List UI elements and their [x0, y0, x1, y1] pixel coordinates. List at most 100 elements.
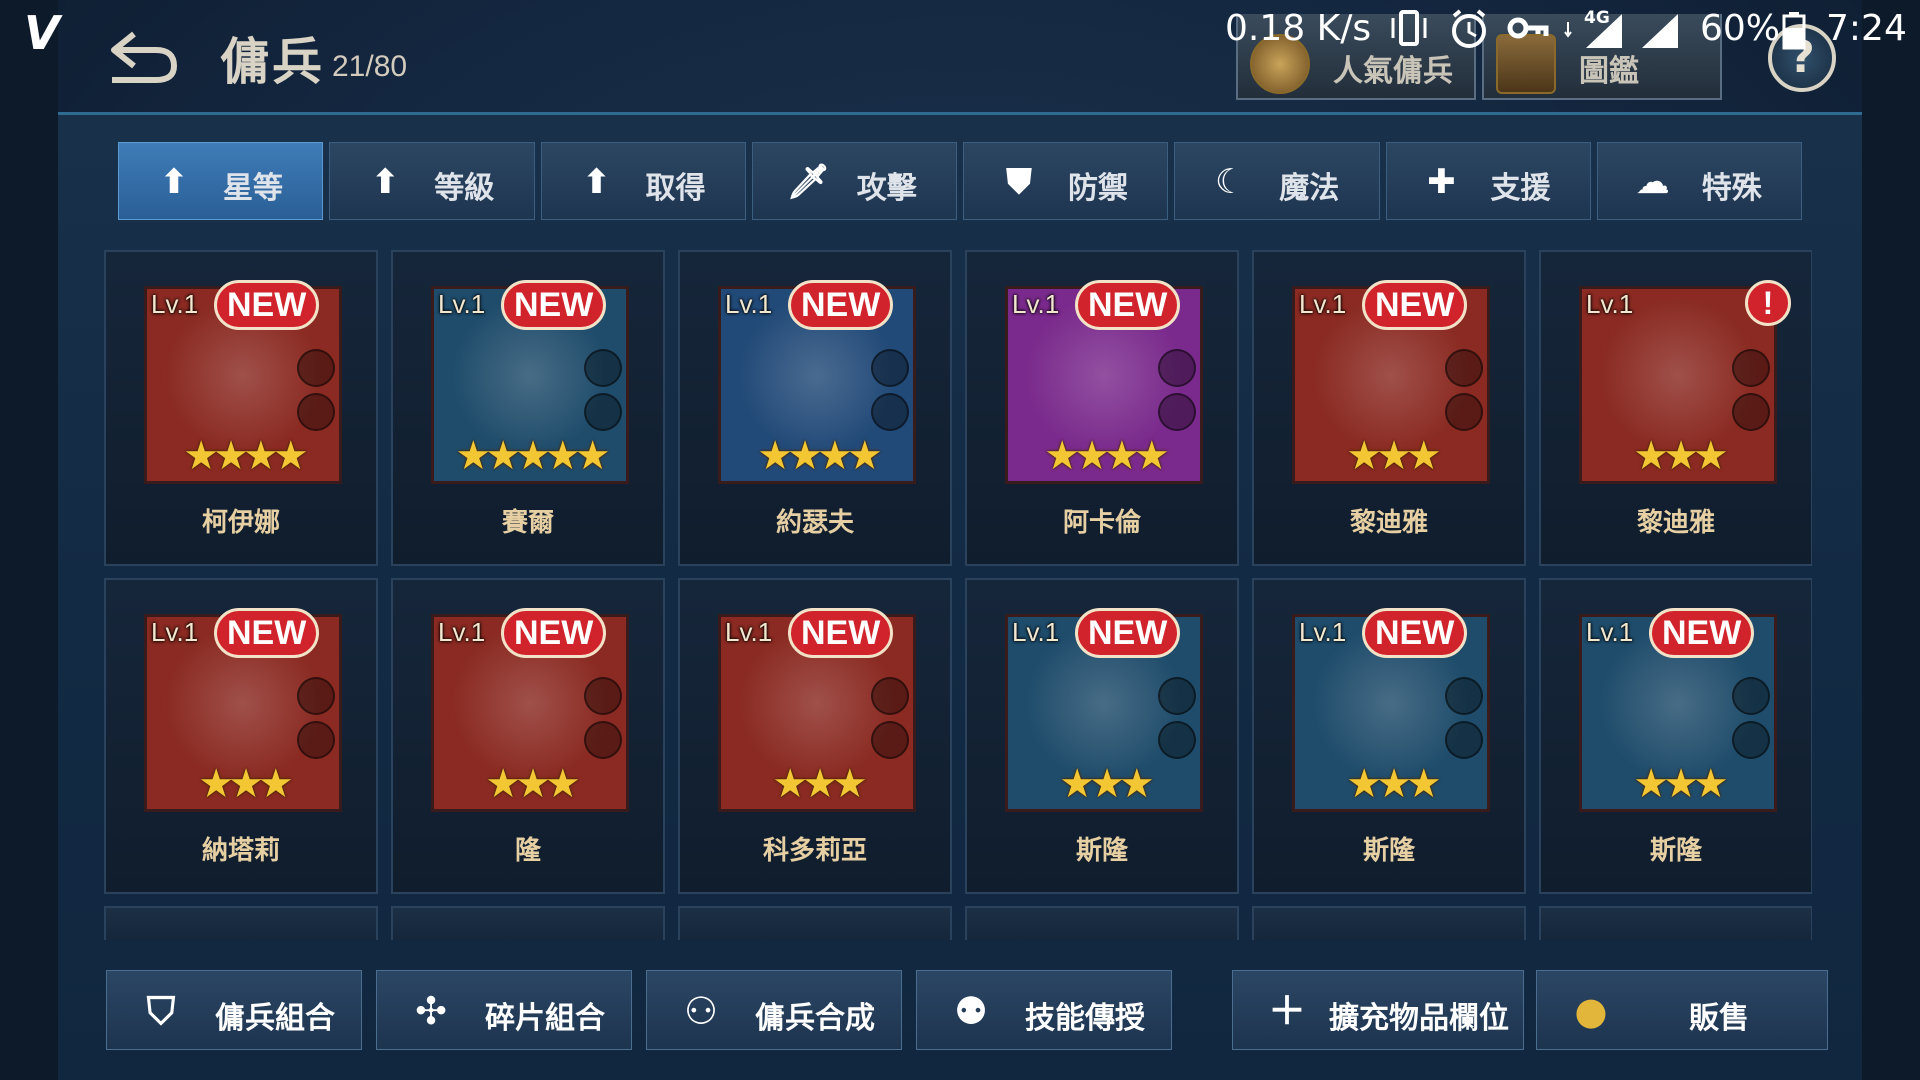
new-badge: NEW [214, 280, 320, 330]
fragment-combine-button[interactable]: ✣ 碎片組合 [376, 970, 632, 1050]
special-icon: ☁ [1635, 162, 1670, 202]
sort-tab-defense[interactable]: ⛊ 防禦 [963, 142, 1169, 220]
mercenary-card-partial[interactable] [1539, 906, 1812, 940]
sword-icon: 🗡 [786, 162, 830, 202]
clock: 7:24 [1826, 8, 1907, 49]
mercenary-name: 黎迪雅 [1636, 508, 1715, 538]
mercenary-card[interactable]: Lv.1 ★★★ NEW 納塔莉 [104, 578, 378, 894]
mercenary-name: 納塔莉 [201, 836, 280, 866]
sort-tab-magic[interactable]: ☾ 魔法 [1174, 142, 1380, 220]
sell-button[interactable]: ● 販售 [1536, 970, 1828, 1050]
sort-tab-level[interactable]: ⬆ 等級 [329, 142, 535, 220]
skill-slot [584, 349, 622, 387]
level-label: Lv.1 [438, 289, 486, 319]
skill-transfer-button[interactable]: ⚉ 技能傳授 [916, 970, 1172, 1050]
mercenary-merge-button[interactable]: ⚇ 傭兵合成 [646, 970, 902, 1050]
mercenary-card[interactable]: Lv.1 ★★★ NEW 斯隆 [1539, 578, 1812, 894]
mercenary-name: 黎迪雅 [1349, 508, 1428, 538]
sort-tab-support[interactable]: ✚ 支援 [1385, 142, 1591, 220]
sort-tab-label: 攻擊 [856, 171, 917, 206]
skill-slot [1158, 349, 1196, 387]
level-label: Lv.1 [725, 617, 773, 647]
skill-slot [584, 721, 622, 759]
mercenary-card-partial[interactable] [678, 906, 952, 940]
new-badge: NEW [788, 608, 894, 658]
sort-tab-label: 取得 [645, 171, 706, 206]
new-badge: NEW [1362, 280, 1468, 330]
mercenary-card[interactable]: Lv.1 ★★★ ! 黎迪雅 [1539, 250, 1812, 566]
mercenary-card[interactable]: Lv.1 ★★★ NEW 斯隆 [1252, 578, 1526, 894]
puzzle-icon: ✣ [415, 989, 447, 1033]
vibrate-icon [1388, 8, 1430, 48]
star-rating: ★★★★ [183, 433, 308, 479]
sort-tab-label: 魔法 [1279, 171, 1340, 206]
shield-icon: ⛊ [1006, 162, 1032, 202]
star-rating: ★★★★ [1044, 433, 1169, 479]
sort-tabs: ⬆ 星等 ⬆ 等級 ⬆ 取得 🗡 攻擊 ⛊ 防禦 ☾ 魔法 ✚ 支援 ☁ 特殊 [118, 142, 1802, 220]
new-badge: NEW [214, 608, 320, 658]
mercenary-card[interactable]: Lv.1 ★★★ NEW 黎迪雅 [1252, 250, 1526, 566]
level-label: Lv.1 [151, 617, 199, 647]
mercenary-group-button[interactable]: ⛉ 傭兵組合 [106, 970, 362, 1050]
mercenary-name: 斯隆 [1362, 836, 1415, 866]
mercenary-name: 柯伊娜 [201, 508, 280, 538]
sort-tab-acquired[interactable]: ⬆ 取得 [540, 142, 746, 220]
star-rating: ★★★ [485, 761, 581, 807]
mercenary-card-partial[interactable] [965, 906, 1239, 940]
mercenary-screen: 傭兵 21/80 人氣傭兵 圖鑑 ? V 0.18 K/s 4G 60% 7:2… [0, 0, 1920, 1080]
alarm-icon [1448, 8, 1490, 48]
skill-slot [297, 677, 335, 715]
level-label: Lv.1 [438, 617, 486, 647]
new-badge: NEW [1649, 608, 1755, 658]
mercenary-card[interactable]: Lv.1 ★★★ NEW 隆 [391, 578, 665, 894]
mercenary-card[interactable]: Lv.1 ★★★ NEW 斯隆 [965, 578, 1239, 894]
battery-percent: 60% [1700, 8, 1781, 49]
level-label: Lv.1 [1299, 289, 1347, 319]
mercenary-name: 科多莉亞 [762, 836, 867, 866]
mercenary-card[interactable]: Lv.1 ★★★★ NEW 約瑟夫 [678, 250, 952, 566]
skill-slot [1732, 677, 1770, 715]
skill-slot [1445, 349, 1483, 387]
sort-tab-attack[interactable]: 🗡 攻擊 [751, 142, 957, 220]
level-label: Lv.1 [1586, 289, 1634, 319]
button-label: 擴充物品欄位 [1329, 1001, 1509, 1036]
vpn-key-icon [1506, 8, 1550, 48]
net-speed: 0.18 K/s [1225, 8, 1372, 49]
mercenary-card[interactable]: Lv.1 ★★★★ NEW 柯伊娜 [104, 250, 378, 566]
new-badge: NEW [501, 608, 607, 658]
mercenary-name: 斯隆 [1075, 836, 1128, 866]
level-label: Lv.1 [1012, 617, 1060, 647]
up-arrow-icon: ⬆ [159, 162, 189, 202]
skill-slot [1158, 721, 1196, 759]
skill-slot [871, 393, 909, 431]
skill-slot [1732, 349, 1770, 387]
sort-tab-special[interactable]: ☁ 特殊 [1596, 142, 1802, 220]
button-label: 碎片組合 [485, 1001, 605, 1036]
mercenary-card[interactable]: Lv.1 ★★★★★ NEW 賽爾 [391, 250, 665, 566]
skill-slot [1158, 393, 1196, 431]
mercenary-card[interactable]: Lv.1 ★★★ NEW 科多莉亞 [678, 578, 952, 894]
mercenary-card[interactable]: Lv.1 ★★★★ NEW 阿卡倫 [965, 250, 1239, 566]
mercenary-card-partial[interactable] [1252, 906, 1526, 940]
level-label: Lv.1 [1012, 289, 1060, 319]
sort-tab-label: 特殊 [1701, 171, 1762, 206]
star-rating: ★★★ [198, 761, 294, 807]
mercenary-name: 約瑟夫 [775, 508, 854, 538]
button-label: 傭兵組合 [215, 1001, 335, 1036]
new-badge: NEW [501, 280, 607, 330]
skill-transfer-icon: ⚉ [953, 989, 989, 1033]
expand-inventory-button[interactable]: ＋ 擴充物品欄位 [1232, 970, 1524, 1050]
sort-tab-label: 防禦 [1068, 171, 1128, 206]
mercenary-card-partial[interactable] [104, 906, 378, 940]
mercenary-card-partial[interactable] [391, 906, 665, 940]
skill-slot [584, 677, 622, 715]
magic-icon: ☾ [1215, 162, 1246, 202]
support-icon: ✚ [1427, 162, 1456, 202]
sort-tab-label: 星等 [223, 171, 283, 206]
star-rating: ★★★ [772, 761, 868, 807]
mercenary-name: 隆 [514, 836, 541, 866]
alert-badge: ! [1745, 280, 1791, 326]
star-rating: ★★★ [1059, 761, 1155, 807]
skill-slot [1445, 721, 1483, 759]
sort-tab-star[interactable]: ⬆ 星等 [118, 142, 324, 220]
